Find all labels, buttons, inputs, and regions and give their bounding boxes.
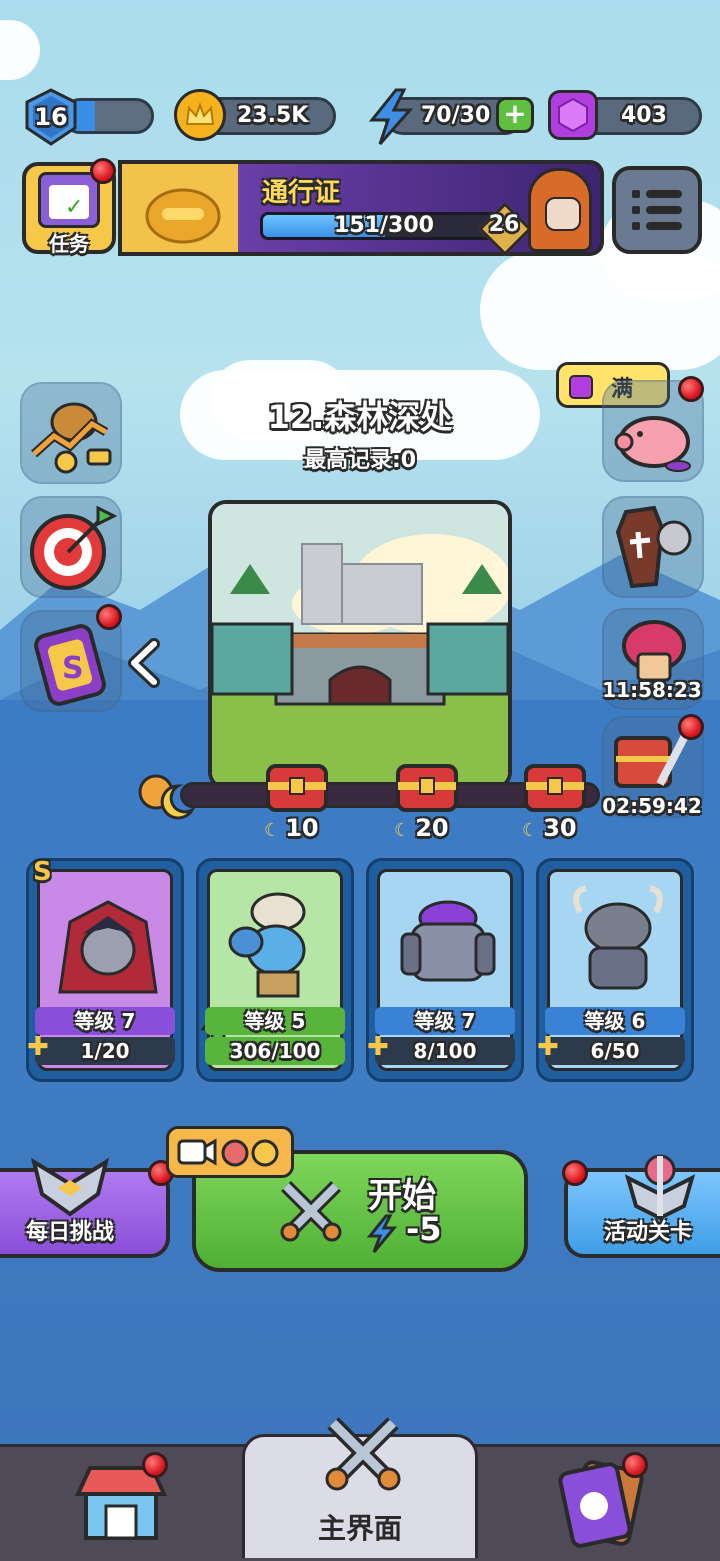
chest-1-value: 10 (285, 814, 319, 842)
player-level-badge[interactable]: 16 (22, 88, 80, 146)
battle-pass-body: 通行证 151/300 26 (238, 160, 604, 256)
event-timer-2: 02:59:42 (602, 794, 702, 818)
hero-shard-text: 1/20 (80, 1039, 130, 1063)
menu-button[interactable] (612, 166, 702, 254)
coffin-button[interactable] (602, 496, 704, 598)
battle-pass-tier: 26 (488, 212, 520, 237)
ad-bonus-tag[interactable] (166, 1126, 294, 1178)
lightning-icon (368, 88, 414, 145)
gems-value: 403 (621, 103, 667, 128)
hero-shard-progress: ✚ 6/50 (537, 1033, 685, 1065)
hero-card-viking-cow[interactable]: 等级 5 306/100 (196, 858, 354, 1082)
event-stage-label: 活动关卡 (604, 1220, 693, 1245)
video-ad-icon (177, 1138, 279, 1167)
moon-icon: ☾ (522, 820, 539, 841)
battle-pass-progress-text: 151/300 (334, 213, 434, 238)
gem-icon (548, 90, 598, 140)
hero-level: 等级 6 (545, 1007, 685, 1035)
notification-dot (562, 1160, 588, 1186)
hero-shard-text: 306/100 (229, 1039, 321, 1063)
chest-3-label: ☾ 30 (522, 814, 577, 842)
chest-2-value: 20 (415, 814, 449, 842)
reward-chest[interactable] (262, 756, 332, 816)
hero-shard-progress: ✚ 1/20 (27, 1033, 175, 1065)
target-button[interactable] (20, 496, 122, 598)
notification-dot (678, 714, 704, 740)
chest-icon (524, 764, 586, 812)
battle-pass-ticket (118, 160, 248, 256)
player-level: 16 (34, 103, 68, 131)
puzzle-icon: ✚ (27, 1032, 49, 1062)
tasks-label: 任务 (49, 232, 89, 256)
chest-3-value: 30 (543, 814, 577, 842)
hero-shard-progress: ✚ 8/100 (367, 1033, 515, 1065)
start-cost: -5 (406, 1210, 442, 1248)
nav-main[interactable]: 主界面 (242, 1417, 478, 1558)
hero-card-stone-golem[interactable]: 等级 7 ✚ 8/100 (366, 858, 524, 1082)
castle-scene-image (212, 504, 508, 786)
moon-icon: ☾ (394, 820, 411, 841)
notification-dot (678, 376, 704, 402)
stage-preview[interactable] (208, 500, 512, 790)
vampire-icon (58, 900, 158, 994)
horned-warrior-icon (573, 885, 663, 990)
bag-icon (145, 188, 221, 244)
stage-title: 12.森林深处 (267, 398, 453, 436)
reward-chest[interactable] (520, 756, 590, 816)
day-night-icon (138, 774, 197, 820)
clipboard-icon: ✓ (38, 172, 100, 228)
stage-record: 最高记录:0 (303, 448, 417, 473)
money-bag-chart-icon (30, 402, 112, 474)
hero-shard-text: 6/50 (590, 1039, 640, 1063)
event-stage-button[interactable]: 活动关卡 (564, 1154, 720, 1258)
coffin-icon (615, 505, 692, 589)
lightning-icon (366, 1214, 398, 1253)
energy-value: 70/30 (421, 103, 491, 128)
daily-challenge-label: 每日挑战 (26, 1220, 115, 1245)
svg-text:S: S (62, 651, 84, 686)
list-icon (632, 190, 682, 230)
stone-golem-icon (400, 900, 496, 982)
battle-pass-banner[interactable]: 通行证 151/300 26 (118, 160, 604, 256)
crest-icon (30, 1157, 110, 1217)
gem-icon (569, 375, 593, 399)
battle-pass-title: 通行证 (262, 178, 341, 208)
chevron-left-icon[interactable] (124, 638, 164, 688)
nav-main-label: 主界面 (317, 1512, 402, 1545)
chest-icon (396, 764, 458, 812)
plus-icon: + (503, 97, 527, 130)
moon-icon: ☾ (264, 820, 281, 841)
puzzle-icon: ✚ (537, 1032, 559, 1062)
coins-value: 23.5K (237, 103, 309, 128)
viking-cow-icon (228, 892, 306, 998)
hero-card-horned-warrior[interactable]: 等级 6 ✚ 6/50 (536, 858, 694, 1082)
chest-icon (266, 764, 328, 812)
daily-challenge-button[interactable]: 每日挑战 (0, 1157, 170, 1258)
hero-rank: S (33, 857, 52, 887)
crossed-swords-icon (280, 1181, 342, 1242)
sword-crest-icon (624, 1154, 696, 1220)
crown-coin-icon (174, 89, 226, 141)
target-icon (30, 505, 118, 590)
battle-pass-progress-bar: 151/300 (260, 212, 508, 240)
hero-level: 等级 7 (375, 1007, 515, 1035)
hero-shard-text: 8/100 (413, 1039, 477, 1063)
crossed-swords-icon (325, 1417, 401, 1491)
hero-level: 等级 5 (205, 1007, 345, 1035)
reward-chest[interactable] (392, 756, 462, 816)
notification-dot (142, 1452, 168, 1478)
chest-2-label: ☾ 20 (394, 814, 449, 842)
notification-dot (96, 604, 122, 630)
puzzle-icon: ✚ (367, 1032, 389, 1062)
notification-dot (90, 158, 116, 184)
hero-shard-progress: 306/100 (205, 1037, 345, 1065)
hero-card-vampire[interactable]: S 等级 7 ✚ 1/20 (26, 857, 184, 1082)
hero-level: 等级 7 (35, 1007, 175, 1035)
add-energy-button[interactable]: + (496, 97, 534, 133)
chest-1-label: ☾ 10 (264, 814, 319, 842)
event-timer-1: 11:58:23 (602, 678, 702, 702)
investment-button[interactable] (20, 382, 122, 484)
warrior-portrait (528, 168, 592, 252)
notification-dot (622, 1452, 648, 1478)
